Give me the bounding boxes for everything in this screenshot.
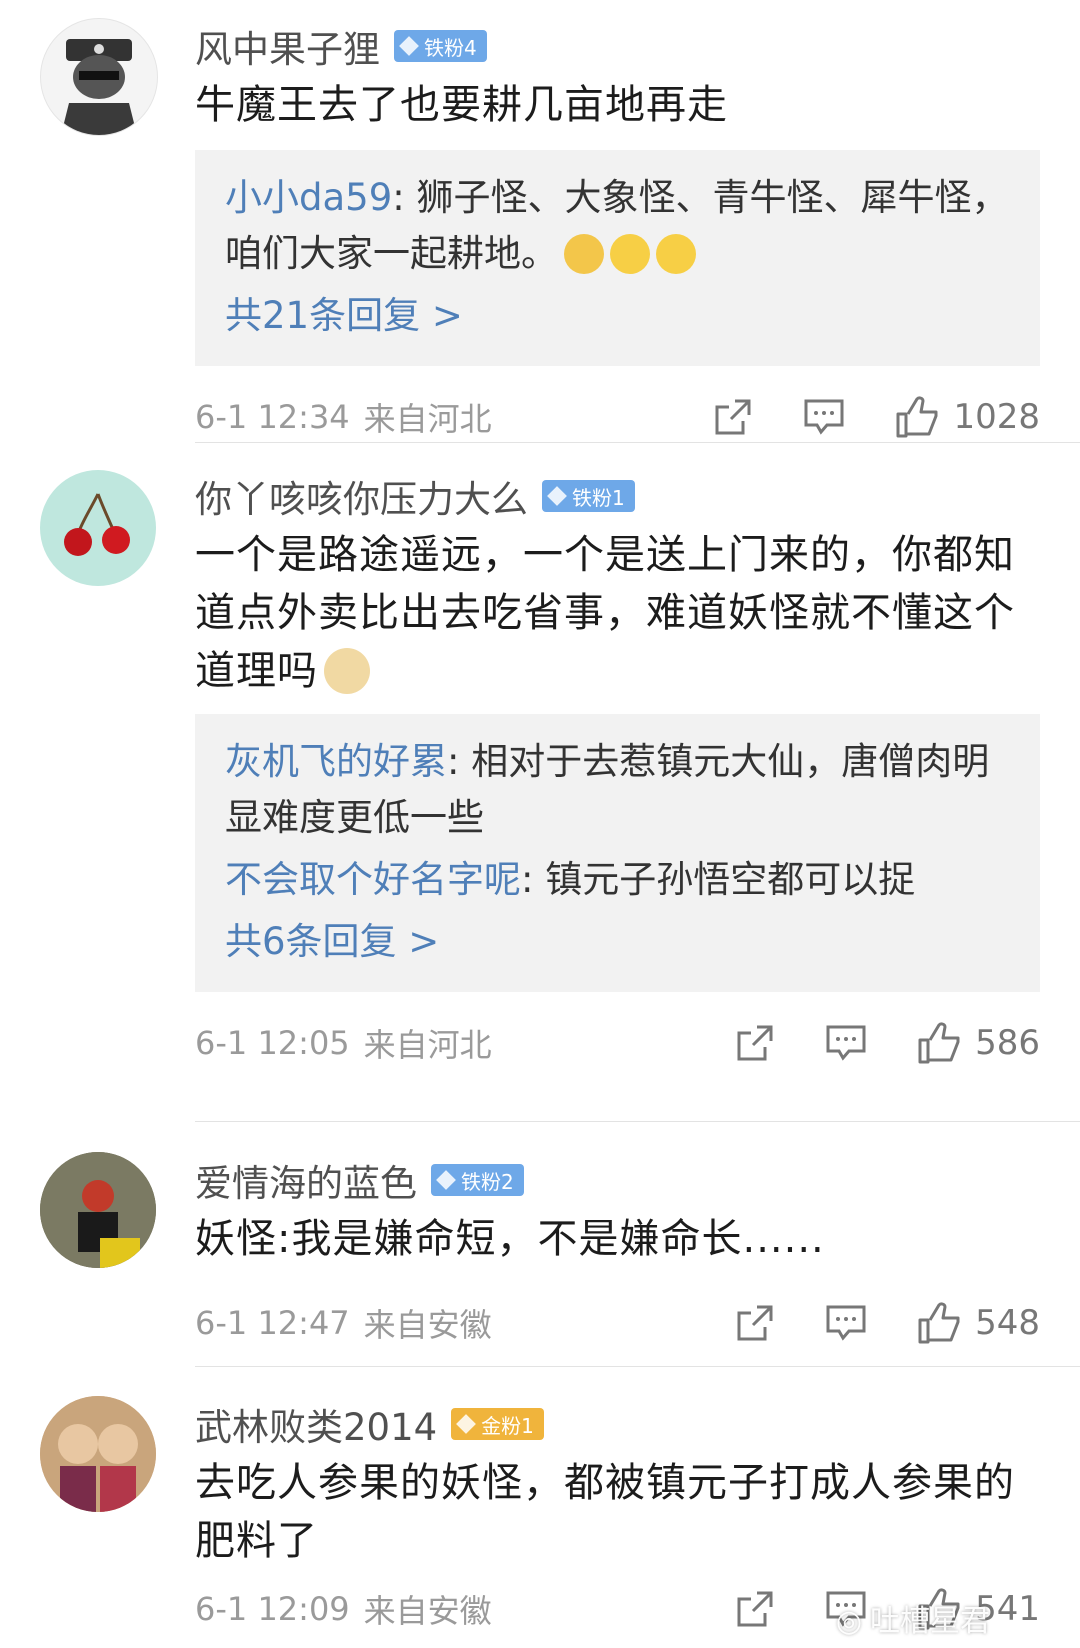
share-button[interactable]: [735, 1589, 775, 1629]
badge-label: 金粉1: [481, 1413, 534, 1438]
avatar[interactable]: [40, 470, 156, 586]
laughing-tears-emoji-icon: [610, 234, 650, 274]
timestamp: 6-1 12:47: [195, 1304, 350, 1342]
fan-badge[interactable]: 铁粉4: [394, 30, 487, 62]
location: 来自安徽: [363, 1306, 492, 1344]
thumbs-up-icon: [896, 396, 938, 438]
share-button[interactable]: [713, 397, 753, 437]
reply-item: 灰机飞的好累: 相对于去惹镇元大仙，唐僧肉明显难度更低一些: [225, 734, 1010, 846]
like-button[interactable]: 1028: [895, 396, 1040, 438]
share-icon: [715, 399, 751, 435]
fan-badge[interactable]: 铁粉2: [431, 1164, 524, 1196]
diamond-icon: [436, 1170, 456, 1190]
comment-text: 一个是路途遥远，一个是送上门来的，你都知道点外卖比出去吃省事，难道妖怪就不懂这个…: [195, 526, 1040, 700]
reply-item: 不会取个好名字呢: 镇元子孙悟空都可以捉: [225, 852, 1010, 908]
share-icon: [737, 1305, 773, 1341]
location: 来自河北: [363, 400, 492, 438]
divider: [195, 442, 1080, 443]
reply-username[interactable]: 灰机飞的好累: [225, 740, 447, 783]
comment-item: 爱情海的蓝色 铁粉2 妖怪:我是嫌命短，不是嫌命长...... 6-1 12:4…: [0, 1140, 1080, 1380]
like-button[interactable]: 548: [917, 1302, 1040, 1344]
timestamp: 6-1 12:34: [195, 398, 350, 436]
username[interactable]: 爱情海的蓝色: [195, 1153, 417, 1207]
divider: [195, 1121, 1080, 1122]
location: 来自安徽: [363, 1592, 492, 1630]
comment-button[interactable]: [825, 1023, 867, 1063]
share-button[interactable]: [735, 1023, 775, 1063]
thumbs-up-icon: [918, 1302, 960, 1344]
comment-text: 妖怪:我是嫌命短，不是嫌命长......: [195, 1216, 825, 1262]
like-button[interactable]: 586: [917, 1022, 1040, 1064]
laughing-emoji-icon: [656, 234, 696, 274]
diamond-icon: [399, 36, 419, 56]
more-replies-link[interactable]: 共6条回复 >: [225, 914, 1010, 970]
like-count: 548: [975, 1303, 1040, 1343]
timestamp: 6-1 12:09: [195, 1590, 350, 1628]
comment-text: 牛魔王去了也要耕几亩地再走: [195, 82, 728, 128]
badge-label: 铁粉2: [461, 1169, 514, 1194]
like-count: 586: [975, 1023, 1040, 1063]
username[interactable]: 风中果子狸: [195, 19, 380, 73]
share-icon: [737, 1025, 773, 1061]
share-button[interactable]: [735, 1303, 775, 1343]
username[interactable]: 武林败类2014: [195, 1397, 437, 1451]
comment-icon: [826, 1025, 866, 1061]
wechat-icon: ◎: [835, 1604, 862, 1639]
username[interactable]: 你丫咳咳你压力大么: [195, 469, 528, 523]
thumbs-up-icon: [918, 1022, 960, 1064]
share-icon: [737, 1591, 773, 1627]
reply-username[interactable]: 不会取个好名字呢: [225, 858, 521, 901]
comment-text: 去吃人参果的妖怪，都被镇元子打成人参果的肥料了: [195, 1460, 1015, 1564]
reply-box[interactable]: 灰机飞的好累: 相对于去惹镇元大仙，唐僧肉明显难度更低一些 不会取个好名字呢: …: [195, 714, 1040, 992]
cherry-icon: [64, 493, 130, 556]
comment-item: 风中果子狸 铁粉4 牛魔王去了也要耕几亩地再走 小小da59: 狮子怪、大象怪、…: [0, 0, 1080, 450]
watermark-text: 吐槽星君: [870, 1604, 990, 1639]
avatar-dolls-photo-icon: [40, 1396, 156, 1512]
diamond-icon: [456, 1414, 477, 1434]
avatar[interactable]: [40, 1396, 156, 1512]
badge-label: 铁粉1: [572, 485, 625, 510]
avatar-cat-officer-icon: [61, 39, 137, 135]
doge-emoji-icon: [324, 648, 370, 694]
badge-label: 铁粉4: [424, 35, 477, 60]
avatar[interactable]: [40, 18, 158, 136]
crying-emoji-icon: [564, 234, 604, 274]
watermark: ◎ 吐槽星君: [836, 1596, 990, 1640]
comment-button[interactable]: [803, 397, 845, 437]
comment-icon: [826, 1305, 866, 1341]
comment-item: 你丫咳咳你压力大么 铁粉1 一个是路途遥远，一个是送上门来的，你都知道点外卖比出…: [0, 460, 1080, 1080]
comment-button[interactable]: [825, 1303, 867, 1343]
reply-box[interactable]: 小小da59: 狮子怪、大象怪、青牛怪、犀牛怪，咱们大家一起耕地。 共21条回复…: [195, 150, 1040, 366]
avatar-person-photo-icon: [40, 1152, 156, 1268]
comment-icon: [804, 399, 844, 435]
fan-badge[interactable]: 铁粉1: [542, 480, 635, 512]
avatar[interactable]: [40, 1152, 156, 1268]
reply-item: 小小da59: 狮子怪、大象怪、青牛怪、犀牛怪，咱们大家一起耕地。: [225, 170, 1010, 282]
like-count: 1028: [953, 397, 1040, 437]
location: 来自河北: [363, 1026, 492, 1064]
fan-badge[interactable]: 金粉1: [451, 1408, 544, 1440]
diamond-icon: [547, 486, 567, 506]
comment-text-body: 一个是路途遥远，一个是送上门来的，你都知道点外卖比出去吃省事，难道妖怪就不懂这个…: [195, 532, 1015, 694]
more-replies-link[interactable]: 共21条回复 >: [225, 288, 1010, 344]
timestamp: 6-1 12:05: [195, 1024, 350, 1062]
reply-username[interactable]: 小小da59: [225, 176, 392, 219]
divider: [195, 1366, 1080, 1367]
reply-text: : 镇元子孙悟空都可以捉: [521, 858, 916, 901]
